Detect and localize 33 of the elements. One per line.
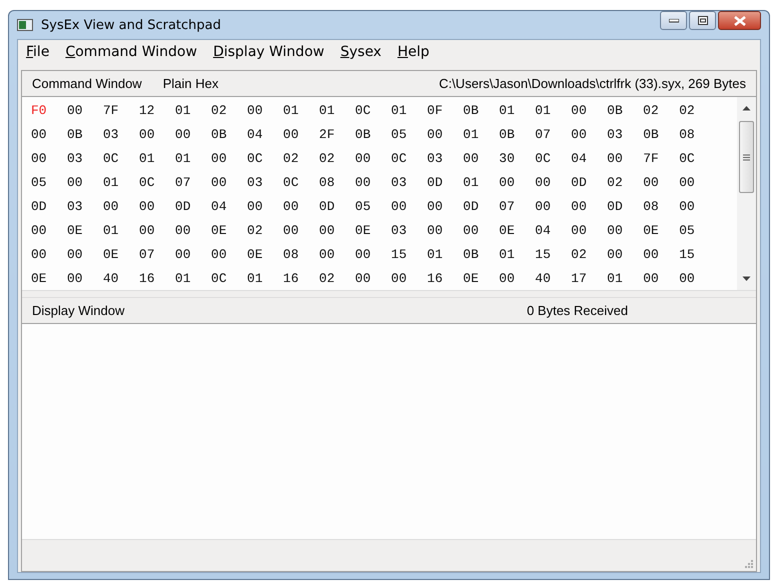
minimize-button[interactable] xyxy=(660,11,687,30)
hex-line: 00 0B 03 00 00 0B 04 00 2F 0B 05 00 01 0B 07 00 03 0B 08 xyxy=(31,126,696,144)
grip-icon xyxy=(743,154,750,160)
menu-item[interactable]: File xyxy=(20,44,60,60)
menu-item[interactable]: Help xyxy=(391,44,440,60)
hex-line: 00 7F 12 01 02 00 01 01 0C 01 0F 0B 01 01 00 0B 02 02 xyxy=(67,103,695,118)
hex-line: 00 03 0C 01 01 00 0C 02 02 00 0C 03 00 30 0C 04 00 7F 0C xyxy=(31,150,696,168)
close-icon xyxy=(734,16,746,26)
hex-line: 0E 00 40 16 01 0C 01 16 02 00 00 16 0E 00 40 17 01 00 00 xyxy=(31,270,696,288)
start-byte: F0 xyxy=(31,103,47,118)
app-icon xyxy=(17,19,33,31)
menu-item[interactable]: Sysex xyxy=(334,44,392,60)
scroll-thumb[interactable] xyxy=(739,121,754,193)
scrollbar[interactable] xyxy=(737,97,756,290)
close-button[interactable] xyxy=(718,11,761,30)
bytes-received: 0 Bytes Received xyxy=(526,303,628,318)
format-label: Plain Hex xyxy=(162,76,218,91)
maximize-button[interactable] xyxy=(689,11,716,30)
scroll-up-icon[interactable] xyxy=(742,105,751,111)
minimize-icon xyxy=(668,18,678,22)
hex-line: 00 00 0E 07 00 00 0E 08 00 00 15 01 0B 01 15 02 00 00 15 xyxy=(31,246,696,264)
panel-title: Command Window xyxy=(32,76,142,91)
resize-grip-icon[interactable] xyxy=(743,558,753,568)
menu-item[interactable]: Display Window xyxy=(207,44,334,60)
panel-title: Display Window xyxy=(32,303,124,318)
menu-item[interactable]: Command Window xyxy=(59,44,208,60)
restore-icon xyxy=(698,16,708,25)
hex-line: 05 00 01 0C 07 00 03 0C 08 00 03 0D 01 00 00 0D 02 00 00 xyxy=(31,174,696,192)
file-info: C:\Users\Jason\Downloads\ctrlfrk (33).syx, 269 Bytes xyxy=(438,76,746,91)
hex-line: 00 0E 01 00 00 0E 02 00 00 0E 03 00 00 0E 04 00 00 0E 05 xyxy=(31,222,696,240)
hex-line: 0D 03 00 00 0D 04 00 00 0D 05 00 00 0D 07 00 00 0D 08 00 xyxy=(31,198,696,216)
scroll-down-icon[interactable] xyxy=(742,276,751,282)
window-title: SysEx View and Scratchpad xyxy=(41,18,222,32)
